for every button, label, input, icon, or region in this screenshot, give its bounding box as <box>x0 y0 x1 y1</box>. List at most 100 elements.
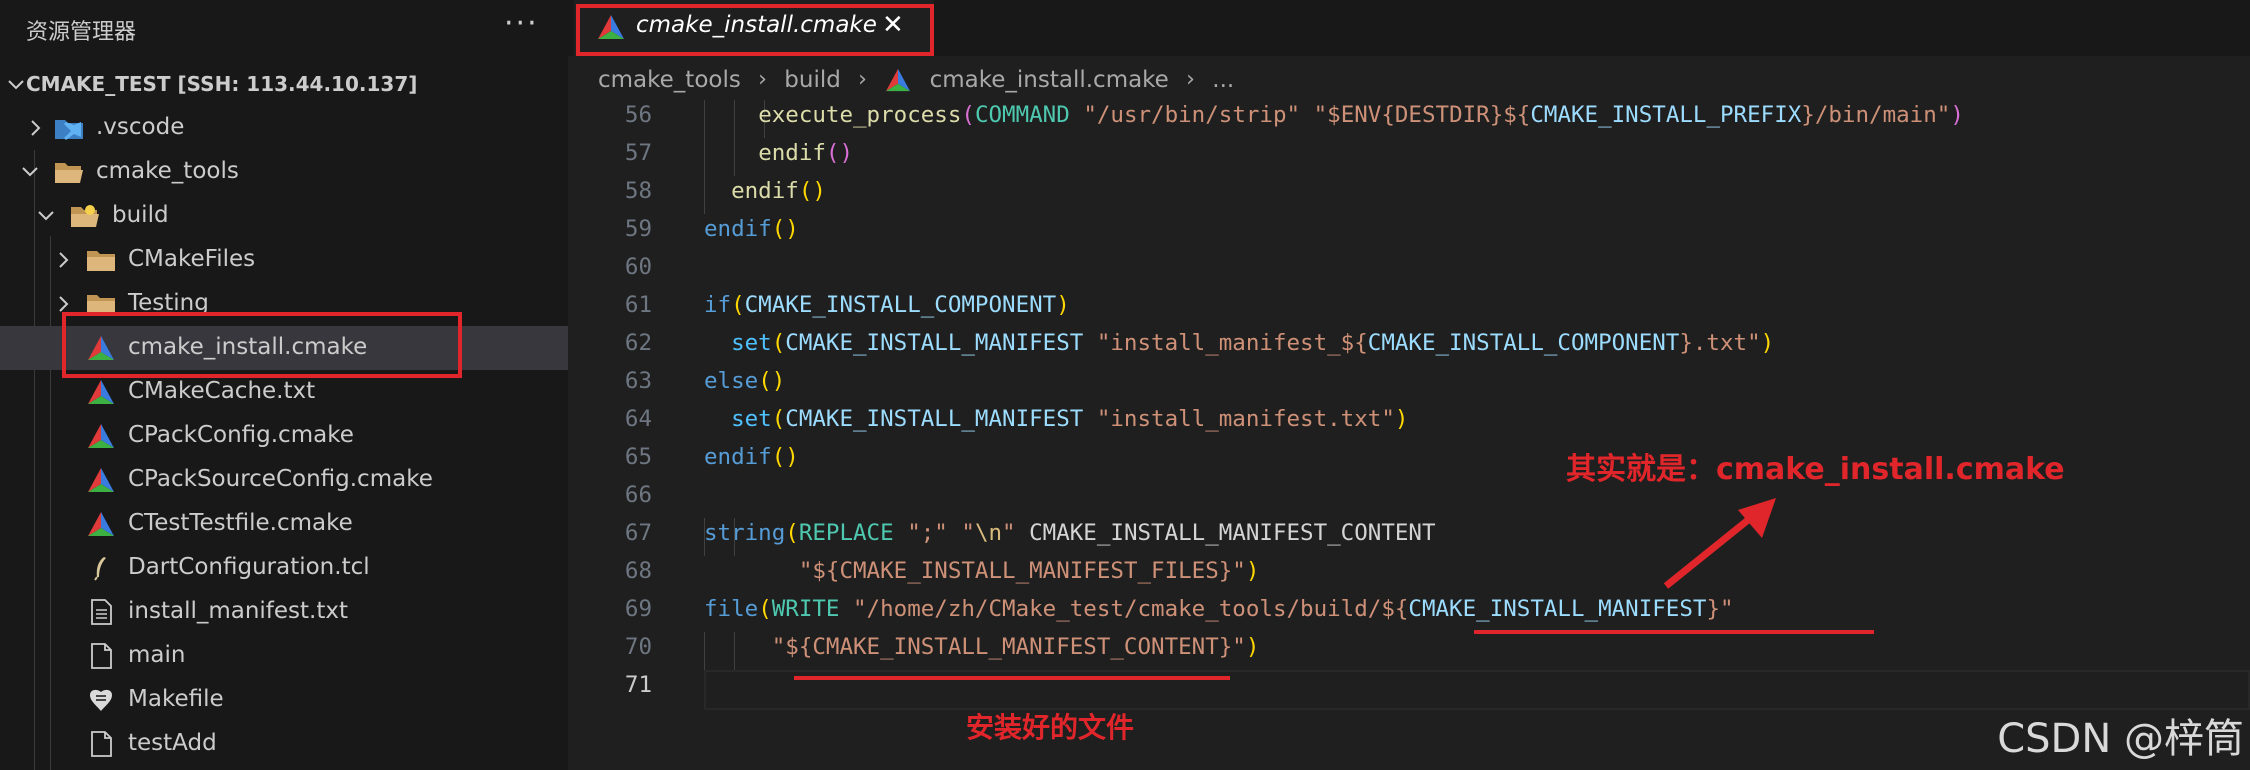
code-line[interactable]: 60 <box>568 252 2250 290</box>
code-line[interactable]: 58 endif() <box>568 176 2250 214</box>
chevron-down-icon <box>8 80 24 90</box>
code-token: ) <box>1245 558 1260 584</box>
cmake-icon <box>886 68 911 91</box>
tree-item-label: build <box>112 202 169 228</box>
line-number: 60 <box>624 254 652 280</box>
tree-item-install-manifest[interactable]: install_manifest.txt <box>0 590 568 634</box>
code-token: }" <box>1706 596 1734 622</box>
makefile-icon <box>90 689 112 711</box>
build-folder-open-icon <box>71 205 99 227</box>
chevron-right-icon <box>59 252 69 268</box>
tree-item-label: CPackConfig.cmake <box>128 422 354 448</box>
tree-item-dartconfiguration[interactable]: DartConfiguration.tcl <box>0 546 568 590</box>
explorer-title: 资源管理器 <box>26 20 137 45</box>
code-token: () <box>825 140 854 166</box>
tree-item-build[interactable]: build <box>0 194 568 238</box>
line-number: 63 <box>624 368 652 394</box>
highlight-box-tab <box>576 4 934 56</box>
code-token: ) <box>1056 292 1070 318</box>
chevron-right-icon: › <box>1186 67 1195 92</box>
tree-item-label: main <box>128 642 186 668</box>
code-text: if(CMAKE_INSTALL_COMPONENT) <box>704 292 1070 318</box>
tree-item-label: cmake_tools <box>96 158 239 184</box>
code-line[interactable]: 63 else() <box>568 366 2250 404</box>
code-text: file(WRITE "/home/zh/CMake_test/cmake_to… <box>704 596 1734 622</box>
code-token: endif <box>731 178 799 204</box>
cmake-icon <box>88 424 114 448</box>
tree-item-cmakefiles[interactable]: CMakeFiles <box>0 238 568 282</box>
code-token: set <box>731 406 772 432</box>
line-number: 61 <box>624 292 652 318</box>
cmake-icon <box>88 512 114 536</box>
code-token: }" <box>1218 558 1246 584</box>
tree-item-vscode[interactable]: .vscode <box>0 106 568 150</box>
code-text: execute_process(COMMAND "/usr/bin/strip"… <box>704 102 1964 128</box>
line-number: 69 <box>624 596 652 622</box>
code-line[interactable]: 59 endif() <box>568 214 2250 252</box>
code-token: \n <box>974 520 1003 546</box>
tree-item-ctesttestfile[interactable]: CTestTestfile.cmake <box>0 502 568 546</box>
tree-item-cpackconfig[interactable]: CPackConfig.cmake <box>0 414 568 458</box>
chevron-down-icon <box>22 167 38 177</box>
code-line[interactable]: 67 string(REPLACE ";" "\n" CMAKE_INSTALL_… <box>568 518 2250 556</box>
code-token: }.txt" <box>1679 330 1761 356</box>
code-editor[interactable]: 56 execute_process(COMMAND "/usr/bin/str… <box>568 100 2250 770</box>
code-token: COMMAND <box>974 102 1070 128</box>
code-token: ( <box>771 406 786 432</box>
code-token: () <box>758 368 786 394</box>
code-token: ) <box>1760 330 1775 356</box>
code-line[interactable]: 70 "${CMAKE_INSTALL_MANIFEST_CONTENT}") <box>568 632 2250 670</box>
code-line[interactable]: 56 execute_process(COMMAND "/usr/bin/str… <box>568 100 2250 138</box>
line-number: 64 <box>624 406 652 432</box>
code-line[interactable]: 64 set(CMAKE_INSTALL_MANIFEST "install_m… <box>568 404 2250 442</box>
tree-item-label: DartConfiguration.tcl <box>128 554 370 580</box>
code-token: ( <box>771 330 786 356</box>
breadcrumb-item[interactable]: ... <box>1212 67 1234 93</box>
tree-item-testadd[interactable]: testAdd <box>0 722 568 766</box>
cmake-icon <box>88 468 114 492</box>
breadcrumb-item[interactable]: build <box>784 67 841 93</box>
line-number: 59 <box>624 216 652 242</box>
tree-item-label: CTestTestfile.cmake <box>128 510 353 536</box>
explorer-sidebar: 资源管理器 ··· CMAKE_TEST [SSH: 113.44.10.137… <box>0 0 568 770</box>
code-line[interactable]: 57 endif() <box>568 138 2250 176</box>
code-token: ( <box>785 520 799 546</box>
code-token: CMAKE_INSTALL_MANIFEST <box>785 406 1084 432</box>
tree-item-label: install_manifest.txt <box>128 598 349 624</box>
code-token: "$ENV{DESTDIR}${ <box>1313 102 1531 128</box>
tree-item-main[interactable]: main <box>0 634 568 678</box>
code-text: set(CMAKE_INSTALL_MANIFEST "install_mani… <box>704 330 1774 356</box>
code-token: ) <box>1950 102 1964 128</box>
code-token: "/home/zh/CMake_test/cmake_tools/build/$… <box>853 596 1409 622</box>
tree-item-cmake-tools[interactable]: cmake_tools <box>0 150 568 194</box>
code-token: "install_manifest_${ <box>1096 330 1368 356</box>
code-token: WRITE <box>771 596 840 622</box>
code-token: }/bin/main" <box>1801 102 1951 128</box>
code-line[interactable]: 62 set(CMAKE_INSTALL_MANIFEST "install_m… <box>568 328 2250 366</box>
cmake-icon <box>88 380 114 404</box>
code-line[interactable]: 68 "${CMAKE_INSTALL_MANIFEST_FILES}") <box>568 556 2250 594</box>
code-token: CMAKE_INSTALL_MANIFEST_FILES <box>839 558 1219 584</box>
code-token: "/usr/bin/strip" <box>1083 102 1301 128</box>
code-text: "${CMAKE_INSTALL_MANIFEST_FILES}") <box>704 558 1260 584</box>
tree-item-cpacksourceconfig[interactable]: CPackSourceConfig.cmake <box>0 458 568 502</box>
workspace-root[interactable]: CMAKE_TEST [SSH: 113.44.10.137] <box>0 66 568 106</box>
line-number: 71 <box>624 672 652 698</box>
underline-manifest-content <box>794 676 1230 680</box>
code-text: "${CMAKE_INSTALL_MANIFEST_CONTENT}") <box>704 634 1260 660</box>
tree-item-makefile[interactable]: Makefile <box>0 678 568 722</box>
code-token: ( <box>758 596 772 622</box>
code-line[interactable]: 69 file(WRITE "/home/zh/CMake_test/cmake_… <box>568 594 2250 632</box>
code-line[interactable]: 61 if(CMAKE_INSTALL_COMPONENT) <box>568 290 2250 328</box>
breadcrumb-item[interactable]: cmake_install.cmake <box>930 67 1169 93</box>
more-actions-icon[interactable]: ··· <box>504 6 539 41</box>
code-token: string <box>704 520 786 546</box>
breadcrumb-item[interactable]: cmake_tools <box>598 67 741 93</box>
